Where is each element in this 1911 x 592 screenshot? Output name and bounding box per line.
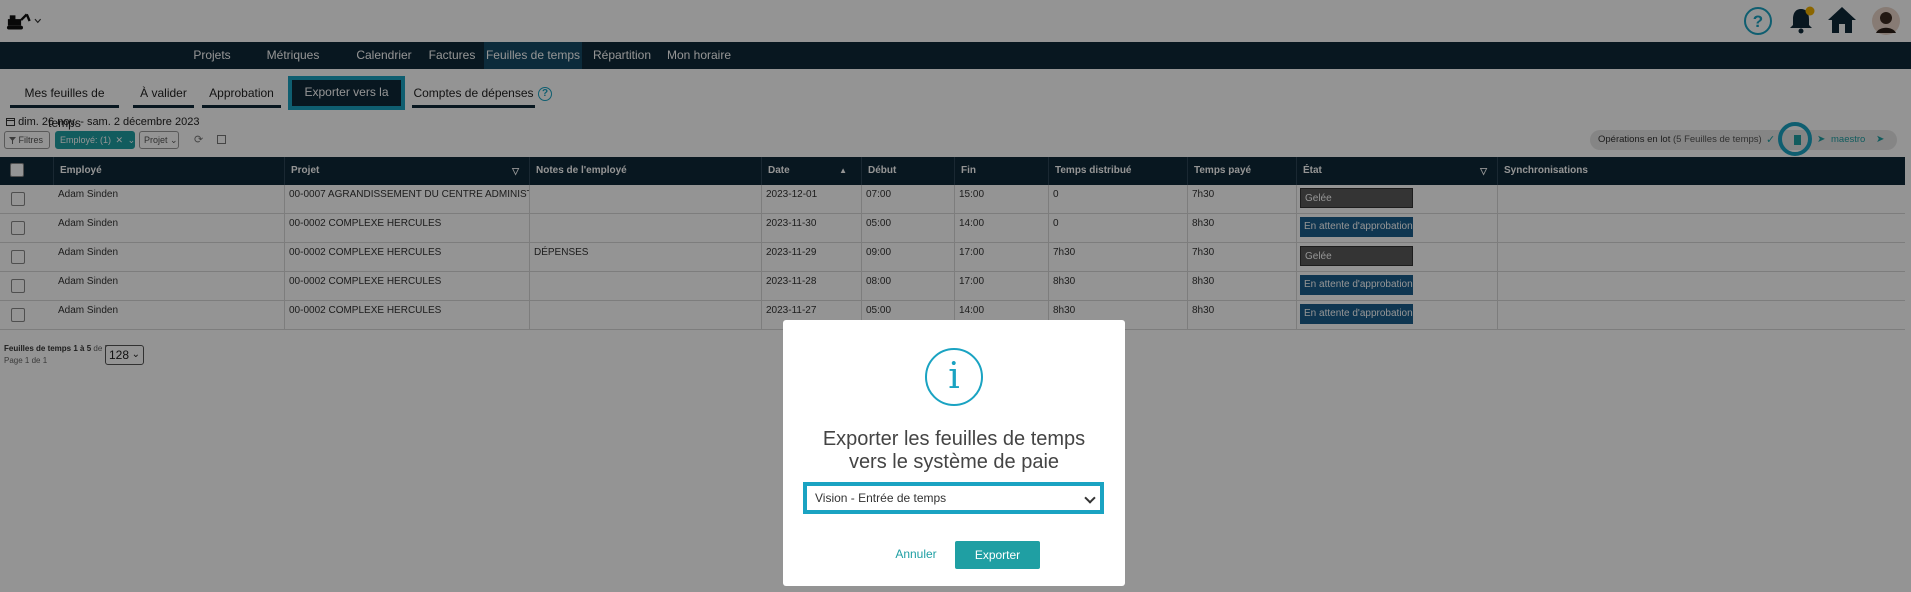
- export-button[interactable]: Exporter: [955, 541, 1040, 569]
- dialog-title: Exporter les feuilles de temps vers le s…: [822, 428, 1086, 473]
- payroll-system-value: Vision - Entrée de temps: [815, 491, 947, 505]
- chevron-down-icon: [1084, 492, 1096, 504]
- cancel-button[interactable]: Annuler: [888, 542, 944, 566]
- info-icon: i: [925, 348, 983, 406]
- export-dialog: i Exporter les feuilles de temps vers le…: [783, 320, 1125, 586]
- payroll-system-select[interactable]: Vision - Entrée de temps: [803, 482, 1104, 514]
